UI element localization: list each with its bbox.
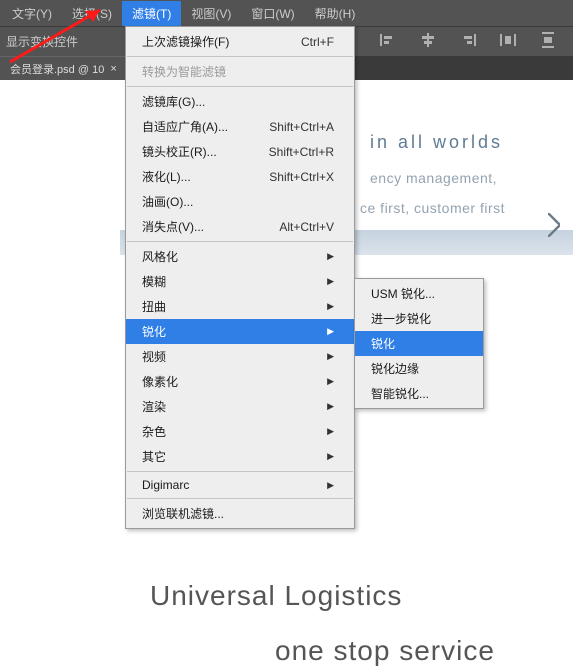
align-left-icon[interactable] [379,31,397,52]
bg-text-headline: in all worlds [370,132,503,153]
menu-last-filter-label: 上次滤镜操作(F) [142,33,229,50]
submenu-sharpen[interactable]: 锐化 [355,331,483,356]
menu-distort[interactable]: 扭曲▶ [126,294,354,319]
submenu-usm[interactable]: USM 锐化... [355,281,483,306]
menubar: 文字(Y) 选择(S) 滤镜(T) 视图(V) 窗口(W) 帮助(H) [0,0,573,26]
chevron-right-icon: ▶ [327,301,334,312]
menu-help[interactable]: 帮助(H) [305,1,366,26]
page-heading-2: one stop service [275,635,495,667]
menu-digimarc[interactable]: Digimarc▶ [126,474,354,496]
menu-render[interactable]: 渲染▶ [126,394,354,419]
menu-video[interactable]: 视频▶ [126,344,354,369]
document-tab[interactable]: 会员登录.psd @ 10 × [0,56,127,80]
menu-window[interactable]: 窗口(W) [241,1,304,26]
bg-text-line3: ce first, customer first [360,200,505,216]
close-icon[interactable]: × [110,63,116,75]
menu-noise[interactable]: 杂色▶ [126,419,354,444]
menu-view[interactable]: 视图(V) [181,1,241,26]
chevron-right-icon: ▶ [327,451,334,462]
menu-separator [127,86,353,87]
menu-separator [127,241,353,242]
menu-select[interactable]: 选择(S) [62,1,122,26]
menu-blur[interactable]: 模糊▶ [126,269,354,294]
menu-pixelate[interactable]: 像素化▶ [126,369,354,394]
menu-lens-correction[interactable]: 镜头校正(R)...Shift+Ctrl+R [126,139,354,164]
submenu-sharpen-edges[interactable]: 锐化边缘 [355,356,483,381]
menu-filter-gallery[interactable]: 滤镜库(G)... [126,89,354,114]
chevron-right-icon: ▶ [327,426,334,437]
chevron-right-icon: ▶ [327,376,334,387]
filter-menu-dropdown: 上次滤镜操作(F) Ctrl+F 转换为智能滤镜 滤镜库(G)... 自适应广角… [125,26,355,529]
submenu-smart-sharpen[interactable]: 智能锐化... [355,381,483,406]
chevron-right-icon: ▶ [327,480,334,491]
menu-browse-online[interactable]: 浏览联机滤镜... [126,501,354,526]
menu-adaptive-wide[interactable]: 自适应广角(A)...Shift+Ctrl+A [126,114,354,139]
show-transform-controls-label: 显示变换控件 [6,33,78,50]
menu-separator [127,56,353,57]
menu-last-filter[interactable]: 上次滤镜操作(F) Ctrl+F [126,29,354,54]
menu-liquify[interactable]: 液化(L)...Shift+Ctrl+X [126,164,354,189]
menu-other[interactable]: 其它▶ [126,444,354,469]
distribute-h-icon[interactable] [499,31,517,52]
chevron-right-icon: ▶ [327,326,334,337]
sharpen-submenu: USM 锐化... 进一步锐化 锐化 锐化边缘 智能锐化... [354,278,484,409]
menu-vanishing-point[interactable]: 消失点(V)...Alt+Ctrl+V [126,214,354,239]
menu-last-filter-shortcut: Ctrl+F [301,35,334,49]
align-center-h-icon[interactable] [419,31,437,52]
bg-text-line2: ency management, [370,170,497,186]
menu-separator [127,498,353,499]
align-right-icon[interactable] [459,31,477,52]
chevron-right-icon: ▶ [327,276,334,287]
carousel-next-icon[interactable] [545,210,563,240]
chevron-right-icon: ▶ [327,251,334,262]
chevron-right-icon: ▶ [327,401,334,412]
page-heading-1: Universal Logistics [150,580,402,612]
menu-separator [127,471,353,472]
menu-stylize[interactable]: 风格化▶ [126,244,354,269]
distribute-v-icon[interactable] [539,31,557,52]
submenu-sharpen-more[interactable]: 进一步锐化 [355,306,483,331]
menu-convert-smart[interactable]: 转换为智能滤镜 [126,59,354,84]
menu-filter[interactable]: 滤镜(T) [122,1,181,26]
chevron-right-icon: ▶ [327,351,334,362]
menu-oilpaint[interactable]: 油画(O)... [126,189,354,214]
document-tab-label: 会员登录.psd @ 10 [10,61,104,77]
menu-text[interactable]: 文字(Y) [2,1,62,26]
menu-sharpen[interactable]: 锐化▶ [126,319,354,344]
